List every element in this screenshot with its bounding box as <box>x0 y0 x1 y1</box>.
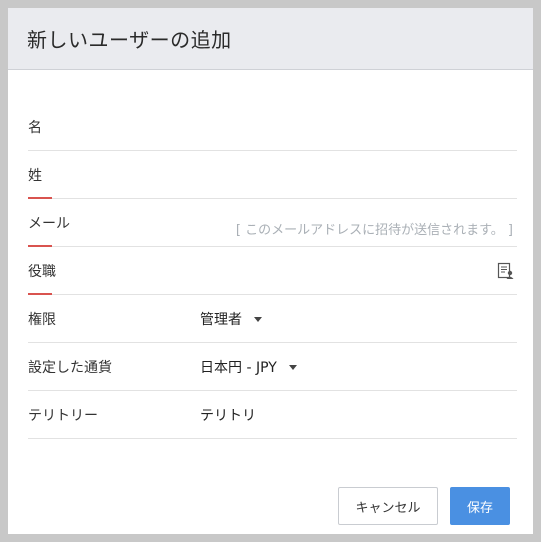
territory-field: テリトリー テリトリ <box>28 391 517 439</box>
user-form: 名 姓 メール [ このメールアドレスに招待が送信されます。 ] 役職 権限 管… <box>28 103 517 439</box>
chevron-down-icon <box>254 316 262 322</box>
dialog-header: 新しいユーザーの追加 <box>8 8 533 70</box>
email-hint: [ このメールアドレスに招待が送信されます。 ] <box>235 223 513 238</box>
dialog-title: 新しいユーザーの追加 <box>27 28 232 52</box>
last-name-field[interactable]: 姓 <box>28 151 517 199</box>
territory-label: テリトリー <box>28 408 98 424</box>
currency-label: 設定した通貨 <box>28 360 112 376</box>
first-name-field[interactable]: 名 <box>28 103 517 151</box>
role-value: 管理者 <box>200 312 242 328</box>
role-label: 権限 <box>28 312 56 328</box>
currency-value: 日本円 - JPY <box>200 360 277 376</box>
last-name-label: 姓 <box>28 168 42 184</box>
first-name-label: 名 <box>28 120 42 136</box>
currency-select[interactable]: 日本円 - JPY <box>200 357 297 377</box>
role-select[interactable]: 管理者 <box>200 309 262 329</box>
save-button[interactable]: 保存 <box>450 487 510 525</box>
role-field: 権限 管理者 <box>28 295 517 343</box>
add-user-dialog: 新しいユーザーの追加 名 姓 メール [ このメールアドレスに招待が送信されます… <box>8 8 533 534</box>
cancel-button[interactable]: キャンセル <box>338 487 438 525</box>
job-title-label: 役職 <box>28 264 56 280</box>
email-field[interactable]: メール [ このメールアドレスに招待が送信されます。 ] <box>28 199 517 247</box>
email-label: メール <box>28 216 70 232</box>
job-title-field[interactable]: 役職 <box>28 247 517 295</box>
chevron-down-icon <box>288 364 297 370</box>
contact-card-icon[interactable] <box>497 262 515 280</box>
territory-value[interactable]: テリトリ <box>200 405 256 425</box>
currency-field: 設定した通貨 日本円 - JPY <box>28 343 517 391</box>
